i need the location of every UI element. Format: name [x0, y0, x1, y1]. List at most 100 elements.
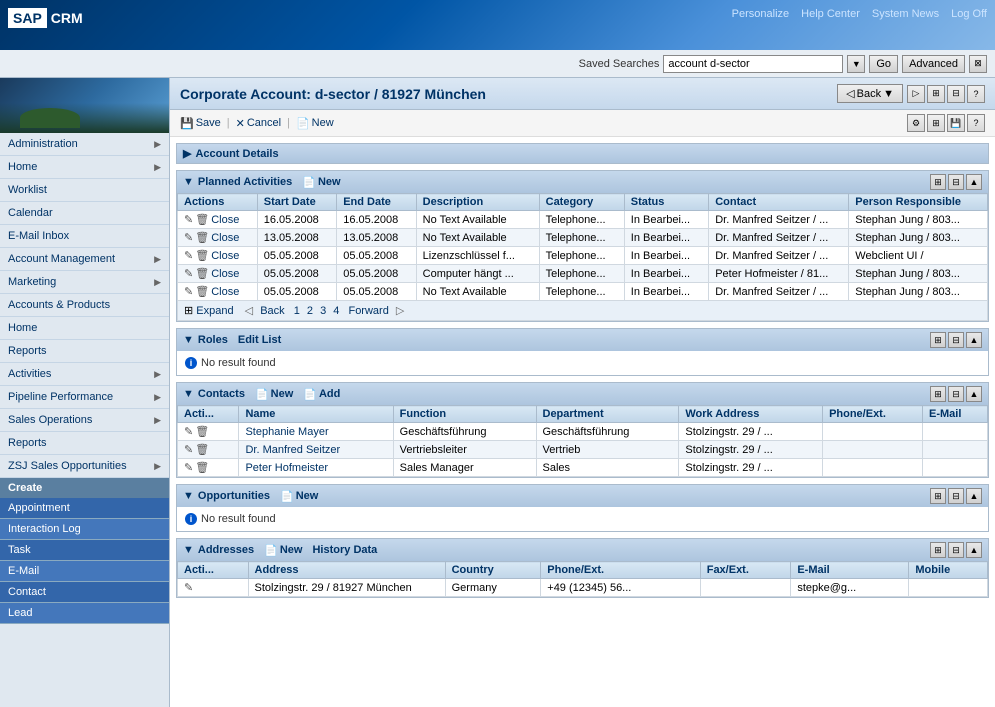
sidebar-item-administration[interactable]: Administration ▶ — [0, 133, 169, 156]
saved-searches-input[interactable] — [663, 55, 843, 73]
saved-searches-dropdown[interactable]: ▼ — [847, 55, 865, 73]
contacts-new-btn[interactable]: 📄 New — [255, 388, 293, 401]
sidebar-item-worklist[interactable]: Worklist — [0, 179, 169, 202]
edit-icon[interactable]: ✎ — [184, 249, 193, 262]
help-center-link[interactable]: Help Center — [801, 8, 860, 20]
opportunities-icon2[interactable]: ⊟ — [948, 488, 964, 504]
new-button[interactable]: 📄 New — [296, 117, 334, 130]
planned-activities-icon2[interactable]: ⊟ — [948, 174, 964, 190]
toolbar-save-icon[interactable]: 💾 — [947, 114, 965, 132]
sidebar-item-reports1[interactable]: Reports — [0, 340, 169, 363]
addresses-history-btn[interactable]: History Data — [312, 544, 377, 556]
edit-icon[interactable]: ✎ — [184, 581, 193, 594]
pagination-back[interactable]: Back — [260, 305, 284, 317]
contacts-icon1[interactable]: ⊞ — [930, 386, 946, 402]
edit-icon[interactable]: ✎ — [184, 425, 193, 438]
roles-edit-list-btn[interactable]: Edit List — [238, 334, 281, 346]
create-lead[interactable]: Lead — [0, 603, 169, 624]
edit-icon[interactable]: ✎ — [184, 267, 193, 280]
create-interaction-log[interactable]: Interaction Log — [0, 519, 169, 540]
create-email[interactable]: E-Mail — [0, 561, 169, 582]
planned-activities-new-btn[interactable]: 📄 New — [302, 176, 340, 189]
edit-icon[interactable]: ✎ — [184, 285, 193, 298]
create-contact[interactable]: Contact — [0, 582, 169, 603]
save-button[interactable]: 💾 Save — [180, 117, 221, 130]
contacts-icon2[interactable]: ⊟ — [948, 386, 964, 402]
planned-activities-toggle[interactable]: ▼ — [183, 176, 194, 188]
sidebar-item-zsj[interactable]: ZSJ Sales Opportunities ▶ — [0, 455, 169, 478]
sidebar-item-sales-ops[interactable]: Sales Operations ▶ — [0, 409, 169, 432]
sidebar-item-calendar[interactable]: Calendar — [0, 202, 169, 225]
sidebar-item-pipeline[interactable]: Pipeline Performance ▶ — [0, 386, 169, 409]
header-print-icon[interactable]: ⊟ — [947, 85, 965, 103]
delete-icon[interactable]: 🗑 — [195, 443, 209, 456]
toolbar-help-icon[interactable]: ? — [967, 114, 985, 132]
page-3[interactable]: 3 — [320, 305, 326, 317]
page-4[interactable]: 4 — [333, 305, 339, 317]
delete-icon[interactable]: 🗑 — [195, 425, 209, 438]
delete-icon[interactable]: 🗑 — [195, 267, 209, 280]
edit-icon[interactable]: ✎ — [184, 443, 193, 456]
log-off-link[interactable]: Log Off — [951, 8, 987, 20]
go-button[interactable]: Go — [869, 55, 898, 73]
page-2[interactable]: 2 — [307, 305, 313, 317]
contacts-toggle[interactable]: ▼ — [183, 388, 194, 400]
sidebar-item-home2[interactable]: Home — [0, 317, 169, 340]
opportunities-icon3[interactable]: ▲ — [966, 488, 982, 504]
header-forward-icon[interactable]: ▷ — [907, 85, 925, 103]
delete-icon[interactable]: 🗑 — [195, 285, 209, 298]
planned-activities-icon1[interactable]: ⊞ — [930, 174, 946, 190]
personalize-link[interactable]: Personalize — [732, 8, 789, 20]
pagination-forward[interactable]: Forward — [348, 305, 388, 317]
contacts-icon3[interactable]: ▲ — [966, 386, 982, 402]
edit-icon[interactable]: ✎ — [184, 213, 193, 226]
opportunities-new-btn[interactable]: 📄 New — [280, 490, 318, 503]
create-appointment[interactable]: Appointment — [0, 498, 169, 519]
back-button[interactable]: ◁ Back ▼ — [837, 84, 903, 103]
opportunities-toggle[interactable]: ▼ — [183, 490, 194, 502]
header-icons: ▷ ⊞ ⊟ ? — [907, 85, 985, 103]
page-1[interactable]: 1 — [294, 305, 300, 317]
system-news-link[interactable]: System News — [872, 8, 939, 20]
sidebar-item-reports2[interactable]: Reports — [0, 432, 169, 455]
header-help-icon[interactable]: ? — [967, 85, 985, 103]
roles-toggle[interactable]: ▼ — [183, 334, 194, 346]
account-details-toggle[interactable]: ▶ Account Details — [177, 144, 988, 163]
addresses-icon3[interactable]: ▲ — [966, 542, 982, 558]
planned-activities-icon3[interactable]: ▲ — [966, 174, 982, 190]
advanced-button[interactable]: Advanced — [902, 55, 965, 73]
toolbar-grid-icon[interactable]: ⊞ — [927, 114, 945, 132]
delete-icon[interactable]: 🗑 — [195, 461, 209, 474]
addresses-icon1[interactable]: ⊞ — [930, 542, 946, 558]
close-link[interactable]: Close — [211, 286, 239, 298]
sidebar-item-accounts-products[interactable]: Accounts & Products — [0, 294, 169, 317]
opportunities-icon1[interactable]: ⊞ — [930, 488, 946, 504]
search-expand-button[interactable]: ⊠ — [969, 55, 987, 73]
create-task[interactable]: Task — [0, 540, 169, 561]
sidebar-item-email-inbox[interactable]: E-Mail Inbox — [0, 225, 169, 248]
roles-icon2[interactable]: ⊟ — [948, 332, 964, 348]
close-link[interactable]: Close — [211, 232, 239, 244]
roles-icon1[interactable]: ⊞ — [930, 332, 946, 348]
delete-icon[interactable]: 🗑 — [195, 231, 209, 244]
cancel-button[interactable]: ✕ Cancel — [236, 117, 281, 130]
close-link[interactable]: Close — [211, 214, 239, 226]
edit-icon[interactable]: ✎ — [184, 461, 193, 474]
delete-icon[interactable]: 🗑 — [195, 213, 209, 226]
sidebar-item-account-management[interactable]: Account Management ▶ — [0, 248, 169, 271]
addresses-new-btn[interactable]: 📄 New — [264, 544, 302, 557]
sidebar-item-home[interactable]: Home ▶ — [0, 156, 169, 179]
contacts-add-btn[interactable]: 📄 Add — [303, 388, 340, 401]
close-link[interactable]: Close — [211, 250, 239, 262]
edit-icon[interactable]: ✎ — [184, 231, 193, 244]
close-link[interactable]: Close — [211, 268, 239, 280]
toolbar-settings-icon[interactable]: ⚙ — [907, 114, 925, 132]
addresses-toggle[interactable]: ▼ — [183, 544, 194, 556]
roles-icon3[interactable]: ▲ — [966, 332, 982, 348]
header-copy-icon[interactable]: ⊞ — [927, 85, 945, 103]
sidebar-item-activities[interactable]: Activities ▶ — [0, 363, 169, 386]
expand-btn[interactable]: ⊞ Expand — [184, 305, 234, 317]
addresses-icon2[interactable]: ⊟ — [948, 542, 964, 558]
sidebar-item-marketing[interactable]: Marketing ▶ — [0, 271, 169, 294]
delete-icon[interactable]: 🗑 — [195, 249, 209, 262]
